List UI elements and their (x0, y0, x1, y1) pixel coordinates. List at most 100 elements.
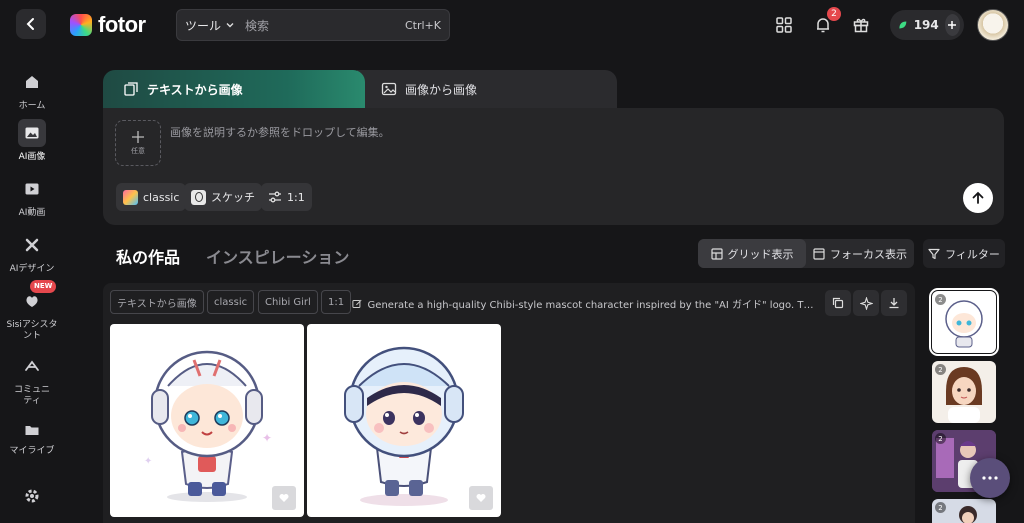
style-label: スケッチ (211, 191, 255, 204)
plus-icon (132, 131, 144, 143)
grid-icon (776, 17, 792, 33)
model-label: classic (143, 190, 180, 204)
sparkle-icon (859, 296, 873, 310)
generated-image-1[interactable]: ✦ ✦ (110, 324, 304, 517)
favorite-button[interactable] (272, 486, 296, 510)
image-icon (381, 82, 397, 96)
tab-label: テキストから画像 (147, 82, 243, 97)
plus-icon (948, 21, 957, 29)
generated-image-2[interactable] (307, 324, 501, 517)
history-thumbnail[interactable]: 2 (932, 361, 996, 423)
thumbnail-count: 2 (935, 294, 946, 305)
more-icon (982, 476, 998, 480)
sidebar-item-label: AIデザイン (9, 264, 55, 274)
favorite-button[interactable] (469, 486, 493, 510)
style-tag: Chibi Girl (258, 290, 318, 314)
design-icon (25, 238, 39, 252)
heart-icon (279, 494, 289, 502)
sliders-icon (269, 191, 281, 203)
focus-view-label: フォーカス表示 (830, 247, 907, 261)
regenerate-button[interactable] (853, 290, 879, 316)
sidebar-item-label: AI動画 (18, 208, 46, 218)
upload-label: 任意 (131, 147, 145, 155)
back-button[interactable] (16, 9, 46, 39)
sidebar-item-my-library[interactable]: マイライブ (0, 419, 64, 457)
prompt-text-label: Generate a high-quality Chibi-style masc… (367, 300, 814, 311)
community-icon (25, 360, 39, 371)
model-chip[interactable]: classic (116, 183, 187, 211)
edit-prompt-icon (352, 299, 362, 308)
more-actions-button[interactable] (970, 458, 1010, 498)
sketch-style-icon (191, 189, 206, 205)
copy-icon (832, 297, 844, 309)
sidebar-item-ai-design[interactable]: AIデザイン (0, 231, 64, 275)
new-badge: NEW (30, 280, 57, 293)
view-toggle: グリッド表示 フォーカス表示 (698, 239, 914, 268)
prompt-input[interactable]: 画像を説明するか参照をドロップして編集。 (170, 124, 390, 140)
ratio-tag: 1:1 (321, 290, 352, 314)
sidebar-item-label: AI画像 (18, 152, 46, 162)
prompt-text[interactable]: Generate a high-quality Chibi-style masc… (352, 296, 814, 311)
tab-text-to-image[interactable]: テキストから画像 (103, 70, 365, 108)
sidebar-item-ai-video[interactable]: AI動画 (0, 175, 64, 219)
credits-pill[interactable]: 194 (890, 10, 964, 40)
model-icon (123, 189, 138, 205)
focus-view-button[interactable]: フォーカス表示 (806, 239, 914, 268)
chevron-down-icon (226, 23, 234, 28)
chevron-left-icon (26, 18, 34, 30)
image-ai-icon (25, 127, 39, 139)
inspiration-tab[interactable]: インスピレーション (206, 244, 349, 268)
add-credits-button[interactable] (944, 14, 960, 36)
notification-badge: 2 (827, 7, 841, 21)
sidebar-item-label: マイライブ (9, 446, 55, 456)
home-icon (26, 76, 38, 88)
tab-image-to-image[interactable]: 画像から画像 (357, 70, 617, 108)
sidebar-item-sisi-assistant[interactable]: NEW Sisiアシスタント (0, 280, 64, 342)
grid-view-button[interactable]: グリッド表示 (698, 239, 806, 268)
tools-dropdown[interactable]: ツール (185, 17, 245, 34)
user-avatar[interactable] (977, 9, 1009, 41)
ratio-chip[interactable]: 1:1 (261, 183, 312, 211)
filter-icon (928, 248, 940, 259)
filter-label: フィルター (945, 247, 1000, 261)
svg-text:✦: ✦ (262, 431, 272, 445)
reference-upload-button[interactable]: 任意 (115, 120, 161, 166)
thumbnail-count: 2 (935, 502, 946, 513)
folder-icon (25, 426, 39, 435)
tab-label: 画像から画像 (405, 82, 478, 97)
grid-view-icon (710, 247, 723, 260)
tools-label: ツール (185, 18, 222, 33)
notifications-button[interactable]: 2 (811, 7, 841, 37)
sidebar-item-label: ホーム (18, 101, 46, 111)
search-input[interactable]: 検索 (245, 17, 405, 34)
sidebar-item-ai-image[interactable]: AI画像 (0, 119, 64, 163)
search-shortcut: Ctrl+K (404, 18, 441, 32)
history-thumbnail[interactable]: 2 (932, 499, 996, 523)
focus-view-icon (813, 247, 825, 260)
style-chip[interactable]: スケッチ (184, 183, 262, 211)
fotor-logo[interactable]: fotor (70, 12, 146, 38)
search-bar[interactable]: ツール 検索 Ctrl+K (176, 9, 450, 41)
sidebar-item-label: Sisiアシスタント (6, 320, 58, 341)
text-image-icon (124, 82, 138, 96)
logo-text: fotor (98, 12, 146, 37)
filter-button[interactable]: フィルター (923, 239, 1005, 268)
sidebar-item-community[interactable]: コミュニティ (0, 352, 64, 407)
thumbnail-count: 2 (935, 364, 946, 375)
gift-button[interactable] (849, 13, 873, 37)
assistant-icon (26, 296, 38, 307)
thumbnail-count: 2 (935, 433, 946, 444)
download-button[interactable] (881, 290, 907, 316)
video-ai-icon (25, 183, 39, 195)
generate-button[interactable] (963, 183, 993, 213)
my-works-tab[interactable]: 私の作品 (116, 244, 180, 268)
sidebar-item-home[interactable]: ホーム (0, 68, 64, 112)
copy-button[interactable] (825, 290, 851, 316)
mode-tag: テキストから画像 (110, 290, 204, 314)
apps-grid-button[interactable] (772, 13, 796, 37)
settings-button[interactable] (18, 482, 46, 510)
gift-icon (853, 18, 869, 33)
leaf-icon (899, 21, 907, 29)
heart-icon (476, 494, 486, 502)
history-thumbnail[interactable]: 2 (929, 288, 999, 356)
